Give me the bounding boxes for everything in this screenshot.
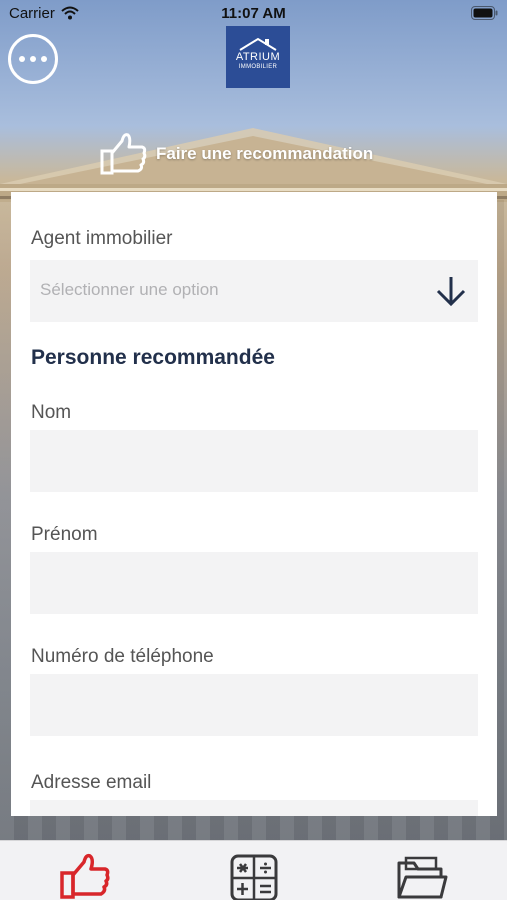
page-title: Faire une recommandation (156, 144, 374, 163)
tab-folder[interactable] (372, 841, 472, 900)
prenom-input[interactable] (30, 552, 478, 614)
logo-name: ATRIUM (235, 51, 281, 63)
tab-recommend[interactable] (36, 841, 136, 900)
battery-icon (471, 6, 498, 20)
nom-input[interactable] (30, 430, 478, 492)
agent-select[interactable]: Sélectionner une option (30, 260, 478, 322)
logo-subtitle: IMMOBILIER (238, 64, 278, 70)
phone-input[interactable] (30, 674, 478, 736)
calculator-icon (230, 854, 278, 900)
agent-select-placeholder: Sélectionner une option (40, 280, 219, 299)
thumbs-up-icon (100, 133, 147, 175)
arrow-down-icon (436, 277, 466, 307)
nom-label: Nom (31, 402, 72, 423)
tab-calculator[interactable] (204, 841, 304, 900)
phone-label: Numéro de téléphone (31, 646, 214, 667)
folder-icon (397, 856, 448, 899)
email-input[interactable] (30, 800, 478, 816)
recommendation-form: Agent immobilier Sélectionner une option… (11, 192, 497, 816)
company-logo: ATRIUM IMMOBILIER (226, 26, 290, 88)
ellipsis-icon (19, 56, 25, 62)
page-header: Faire une recommandation (100, 130, 373, 178)
agent-label: Agent immobilier (31, 228, 173, 249)
email-label: Adresse email (31, 772, 152, 793)
house-roof-icon (239, 37, 277, 51)
thumbs-up-icon (60, 853, 110, 899)
section-title: Personne recommandée (31, 346, 275, 369)
status-time: 11:07 AM (221, 5, 286, 22)
tab-bar (0, 840, 507, 900)
menu-button[interactable] (8, 34, 58, 84)
status-bar: Carrier 11:07 AM (0, 0, 507, 28)
prenom-label: Prénom (31, 524, 98, 545)
